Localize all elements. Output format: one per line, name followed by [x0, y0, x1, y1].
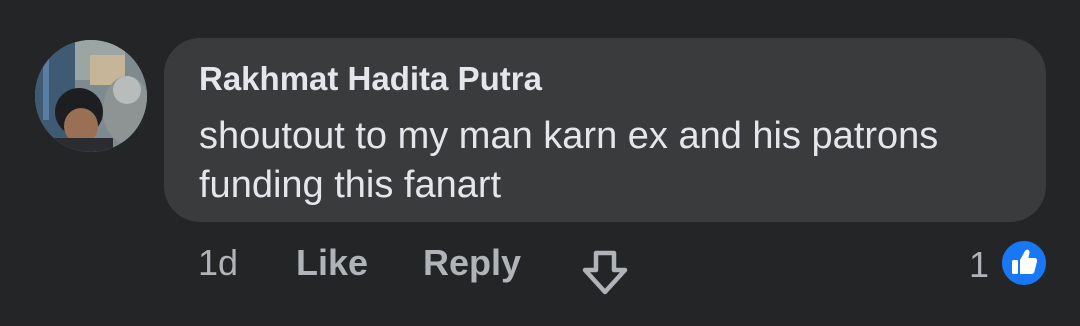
like-thumbs-up-icon [1000, 239, 1048, 287]
avatar-photo [35, 40, 147, 152]
comment-author[interactable]: Rakhmat Hadita Putra [199, 60, 542, 98]
reaction-count: 1 [969, 244, 990, 285]
comment-bubble: Rakhmat Hadita Putra shoutout to my man … [164, 38, 1046, 222]
reply-button[interactable]: Reply [423, 242, 521, 284]
comment-timestamp[interactable]: 1d [198, 242, 238, 284]
like-button[interactable]: Like [296, 242, 368, 284]
comment: Rakhmat Hadita Putra shoutout to my man … [0, 0, 1080, 326]
arrow-down-icon[interactable] [580, 250, 630, 296]
comment-actions: 1d Like Reply 1 [0, 238, 1080, 298]
comment-text: shoutout to my man karn ex and his patro… [199, 115, 939, 206]
avatar[interactable] [35, 40, 147, 152]
